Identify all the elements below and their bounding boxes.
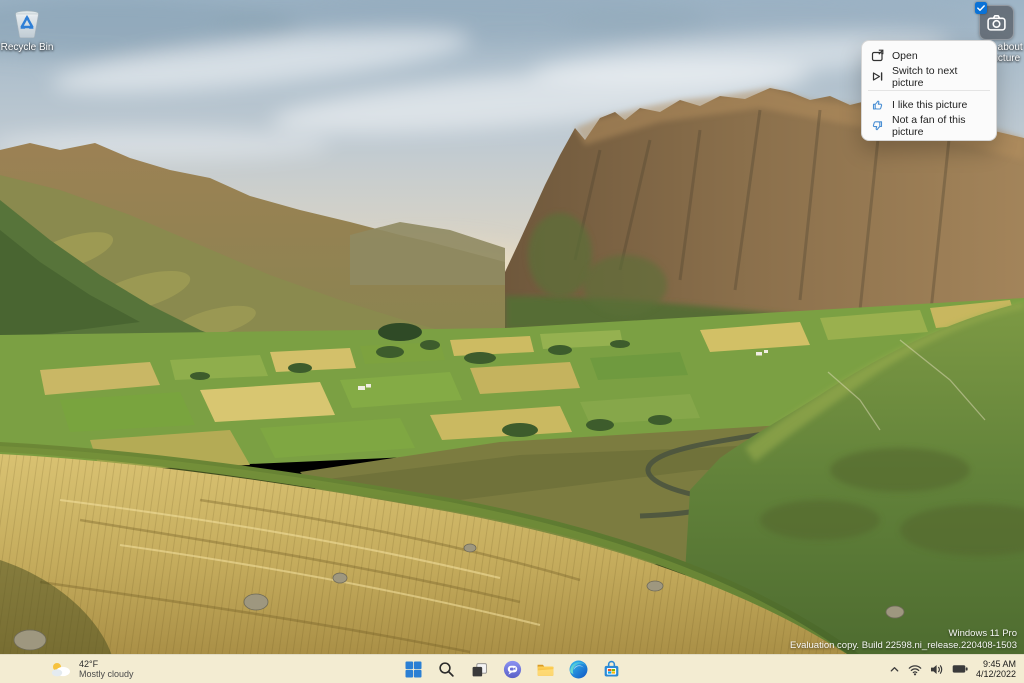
selected-checkbox-icon[interactable]	[975, 2, 987, 14]
tray-date: 4/12/2022	[976, 669, 1016, 680]
spotlight-context-menu: Open Switch to next picture I like this …	[861, 40, 997, 141]
menu-item-label: Not a fan of this picture	[892, 114, 987, 138]
system-tray: 9:45 AM 4/12/2022	[889, 655, 1016, 683]
menu-item-like-picture[interactable]: I like this picture	[865, 94, 993, 115]
task-view-button[interactable]	[467, 657, 491, 681]
start-button[interactable]	[401, 657, 425, 681]
taskbar: 42°F Mostly cloudy	[0, 654, 1024, 683]
weather-cloudy-icon	[50, 661, 72, 678]
windows-start-icon	[405, 661, 422, 678]
menu-item-label: I like this picture	[892, 99, 967, 111]
thumbs-up-icon	[871, 98, 884, 111]
chat-icon	[503, 660, 522, 679]
chat-button[interactable]	[500, 657, 524, 681]
watermark-build: Evaluation copy. Build 22598.ni_release.…	[790, 640, 1017, 652]
menu-item-not-fan-picture[interactable]: Not a fan of this picture	[865, 115, 993, 136]
widgets-weather-button[interactable]: 42°F Mostly cloudy	[44, 655, 140, 683]
evaluation-watermark: Windows 11 Pro Evaluation copy. Build 22…	[790, 628, 1017, 652]
search-icon	[438, 661, 455, 678]
store-icon	[602, 660, 621, 679]
hidden-icons-chevron[interactable]	[889, 664, 900, 675]
recycle-bin-icon	[10, 6, 44, 40]
recycle-bin-label: Recycle Bin	[1, 42, 54, 53]
open-icon	[871, 49, 884, 62]
camera-icon	[986, 12, 1007, 33]
file-explorer-button[interactable]	[533, 657, 557, 681]
skip-next-icon	[871, 70, 884, 83]
spotlight-camera-tile	[979, 5, 1014, 40]
watermark-edition: Windows 11 Pro	[790, 628, 1017, 640]
weather-temperature: 42°F	[79, 659, 134, 669]
taskbar-app-icons	[401, 655, 623, 683]
weather-condition: Mostly cloudy	[79, 669, 134, 679]
store-button[interactable]	[599, 657, 623, 681]
menu-item-label: Switch to next picture	[892, 65, 987, 89]
desktop: Recycle Bin Learn about this picture Win…	[0, 0, 1024, 683]
edge-icon	[569, 660, 588, 679]
wifi-icon[interactable]	[908, 663, 922, 676]
menu-item-open[interactable]: Open	[865, 45, 993, 66]
tray-time: 9:45 AM	[976, 659, 1016, 670]
thumbs-down-icon	[871, 119, 884, 132]
menu-item-label: Open	[892, 50, 918, 62]
edge-button[interactable]	[566, 657, 590, 681]
menu-separator	[868, 90, 990, 91]
desktop-icon-recycle-bin[interactable]: Recycle Bin	[0, 6, 65, 53]
task-view-icon	[471, 661, 488, 678]
clock[interactable]: 9:45 AM 4/12/2022	[976, 659, 1016, 680]
menu-item-switch-next-picture[interactable]: Switch to next picture	[865, 66, 993, 87]
battery-icon[interactable]	[952, 664, 968, 674]
search-button[interactable]	[434, 657, 458, 681]
file-explorer-icon	[536, 660, 555, 679]
volume-icon[interactable]	[930, 663, 944, 676]
